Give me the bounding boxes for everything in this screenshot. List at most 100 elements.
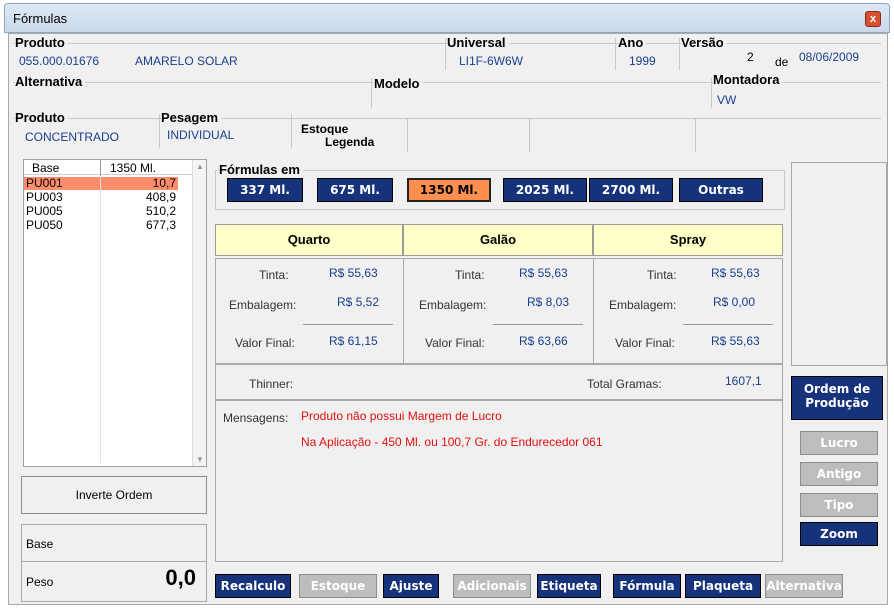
quarto-header: Quarto [215,224,403,256]
ordem-producao-button[interactable]: Ordem de Produção [791,376,883,420]
spray-tinta-label: Tinta: [647,268,677,282]
total-gramas-label: Total Gramas: [587,377,662,391]
formula-outras-button[interactable]: Outras [679,178,763,202]
thinner-label: Thinner: [249,377,294,391]
galao-valor-value: R$ 63,66 [519,334,568,348]
adicionais-button[interactable]: Adicionais [453,574,531,598]
spray-valor-label: Valor Final: [615,336,675,350]
plaqueta-button[interactable]: Plaqueta [685,574,761,598]
close-button[interactable]: x [865,11,881,27]
formula-1350-button[interactable]: 1350 Ml. [407,178,491,202]
divider [493,324,583,325]
divider [371,78,372,108]
zoom-button[interactable]: Zoom [800,522,878,546]
produto2-value: CONCENTRADO [25,130,120,144]
formulas-label: Fórmulas em [219,162,303,177]
divider [529,118,530,152]
window-title: Fórmulas [13,11,68,26]
divider [100,177,101,463]
versao-de: de [775,55,789,69]
estoque-button[interactable]: Estoque [299,574,377,598]
produto-name: AMARELO SOLAR [135,54,238,68]
spray-valor-value: R$ 55,63 [711,334,760,348]
formula-2025-button[interactable]: 2025 Ml. [503,178,587,202]
scroll-up-icon[interactable]: ▲ [196,162,204,171]
divider [679,38,680,70]
versao-number: 2 [747,50,754,64]
form-client-area: Produto 055.000.01676 AMARELO SOLAR Univ… [8,33,888,605]
antigo-button[interactable]: Antigo [800,462,878,486]
spray-embalagem-label: Embalagem: [609,298,677,312]
list-item[interactable]: PU001 10,7 [24,177,178,190]
base-label: Base [26,537,54,551]
formula-2700-button[interactable]: 2700 Ml. [589,178,673,202]
spray-embalagem-value: R$ 0,00 [713,295,756,309]
formula-button[interactable]: Fórmula [613,574,681,598]
window-titlebar: Fórmulas x [4,3,890,33]
divider [695,118,696,152]
ajuste-button[interactable]: Ajuste [383,574,439,598]
pesagem-value: INDIVIDUAL [167,128,235,142]
inverte-ordem-button[interactable]: Inverte Ordem [21,476,207,514]
ano-label: Ano [618,35,647,50]
formula-675-button[interactable]: 675 Ml. [317,178,393,202]
galao-tinta-value: R$ 55,63 [519,266,568,280]
spray-header: Spray [593,224,783,256]
scroll-down-icon[interactable]: ▼ [196,455,204,464]
universal-label: Universal [447,35,509,50]
quarto-tinta-value: R$ 55,63 [329,266,378,280]
quarto-embalagem-value: R$ 5,52 [337,295,380,309]
estoque-label: Estoque [301,122,352,136]
divider [445,38,446,70]
legenda-label: Legenda [325,135,378,149]
recalculo-button[interactable]: Recalculo [215,574,291,598]
list-item[interactable]: PU050 677,3 [24,219,178,232]
col-base-header: Base [32,161,60,175]
divider [683,324,773,325]
peso-label: Peso [26,575,54,589]
alternativa-button[interactable]: Alternativa [765,574,843,598]
quarto-tinta-label: Tinta: [259,268,289,282]
galao-tinta-label: Tinta: [455,268,485,282]
formula-337-button[interactable]: 337 Ml. [227,178,303,202]
quarto-embalagem-label: Embalagem: [229,298,297,312]
montadora-label: Montadora [713,72,783,87]
galao-header: Galão [403,224,593,256]
galao-embalagem-value: R$ 8,03 [527,295,570,309]
message-line-2: Na Aplicação - 450 Ml. ou 100,7 Gr. do E… [301,435,603,449]
divider [593,258,594,364]
lucro-button[interactable]: Lucro [800,431,878,455]
list-item-base: PU050 [26,218,63,232]
galao-embalagem-label: Embalagem: [419,298,487,312]
galao-valor-label: Valor Final: [425,336,485,350]
pricing-panel [215,258,783,364]
versao-label: Versão [681,35,727,50]
list-item[interactable]: PU003 408,9 [24,191,178,204]
message-line-1: Produto não possui Margem de Lucro [301,409,502,423]
col-qty-header: 1350 Ml. [110,161,157,175]
etiqueta-button[interactable]: Etiqueta [537,574,601,598]
mensagens-label: Mensagens: [223,411,289,425]
list-item-qty: 10,7 [152,176,176,190]
total-gramas-value: 1607,1 [725,374,762,388]
montadora-value: VW [717,93,737,107]
tipo-button[interactable]: Tipo [800,493,878,517]
list-item-qty: 510,2 [145,204,176,218]
ordem-producao-line1: Ordem de [803,382,871,396]
bases-list[interactable]: Base 1350 Ml. PU001 10,7 PU003 408,9 PU0… [23,159,207,467]
list-item-base: PU001 [26,176,63,190]
list-item-base: PU005 [26,204,63,218]
list-scrollbar[interactable]: ▲ ▼ [192,160,206,466]
list-item-qty: 677,3 [145,218,176,232]
thinner-panel [215,364,783,400]
divider [303,324,393,325]
divider [615,38,616,70]
right-side-panel [791,162,887,366]
messages-panel [215,400,783,562]
peso-value: 0,0 [165,565,196,590]
list-item[interactable]: PU005 510,2 [24,205,178,218]
universal-value: LI1F-6W6W [459,54,524,68]
list-header: Base 1350 Ml. [24,160,194,176]
spray-tinta-value: R$ 55,63 [711,266,760,280]
produto2-label: Produto [15,110,68,125]
